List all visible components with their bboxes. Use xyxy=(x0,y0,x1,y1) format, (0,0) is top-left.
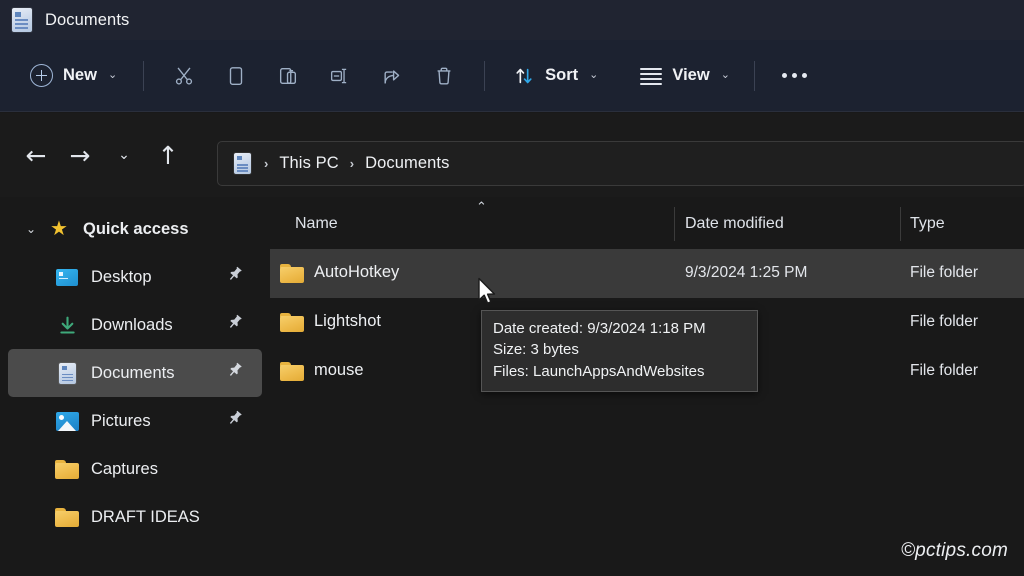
cut-button[interactable] xyxy=(158,54,210,98)
back-button[interactable]: ← xyxy=(14,133,58,177)
sidebar-item-pictures[interactable]: Pictures xyxy=(8,397,262,445)
file-type: File folder xyxy=(910,313,978,331)
file-date-modified: 9/3/2024 1:25 PM xyxy=(685,264,807,282)
plus-circle-icon xyxy=(30,64,53,87)
column-divider[interactable] xyxy=(674,207,675,241)
file-name: mouse xyxy=(314,361,364,380)
paste-button[interactable] xyxy=(262,54,314,98)
pin-icon[interactable] xyxy=(227,362,244,384)
up-button[interactable]: ↑ xyxy=(146,133,190,177)
tooltip-size: Size: 3 bytes xyxy=(493,339,746,360)
toolbar-separator-3 xyxy=(754,61,755,91)
delete-button[interactable] xyxy=(418,54,470,98)
sidebar-item-quick-access[interactable]: ⌄ ★ Quick access xyxy=(8,205,262,253)
folder-icon xyxy=(54,505,80,529)
documents-folder-icon xyxy=(12,8,34,32)
scissors-icon xyxy=(173,65,195,87)
pin-icon[interactable] xyxy=(227,266,244,288)
address-bar[interactable]: › This PC › Documents xyxy=(217,141,1024,186)
sort-ascending-icon: ⌃ xyxy=(476,199,487,215)
monitor-icon xyxy=(54,265,80,289)
breadcrumb-icon xyxy=(234,153,251,174)
chevron-down-icon: ⌄ xyxy=(108,70,117,81)
breadcrumb-item-documents[interactable]: Documents xyxy=(365,154,449,173)
breadcrumb-item-this-pc[interactable]: This PC xyxy=(279,154,338,173)
copy-button[interactable] xyxy=(210,54,262,98)
star-icon: ★ xyxy=(46,217,72,241)
copy-icon xyxy=(225,65,247,87)
column-header-date-modified[interactable]: Date modified xyxy=(685,215,784,233)
more-options-button[interactable] xyxy=(769,54,821,98)
file-name: Lightshot xyxy=(314,312,381,331)
new-button[interactable]: New ⌄ xyxy=(22,54,129,98)
tooltip-date-created: Date created: 9/3/2024 1:18 PM xyxy=(493,318,746,339)
sort-button[interactable]: Sort ⌄ xyxy=(503,54,608,98)
sidebar-item-documents[interactable]: Documents xyxy=(8,349,262,397)
sidebar-item-desktop[interactable]: Desktop xyxy=(8,253,262,301)
watermark: ©pctips.com xyxy=(901,540,1008,562)
breadcrumb-separator: › xyxy=(264,156,268,171)
toolbar-separator-1 xyxy=(143,61,144,91)
column-headers: Name ⌃ Date modified Type xyxy=(270,197,1024,249)
title-bar: Documents xyxy=(0,0,1024,40)
sidebar-item-label: DRAFT IDEAS xyxy=(91,508,200,527)
recent-locations-button[interactable]: ⌄ xyxy=(102,133,146,177)
sidebar-item-downloads[interactable]: Downloads xyxy=(8,301,262,349)
sidebar-item-label: Desktop xyxy=(91,268,152,287)
view-button-label: View xyxy=(672,66,709,85)
trash-icon xyxy=(433,65,455,87)
sidebar-item-label: Pictures xyxy=(91,412,151,431)
pictures-icon xyxy=(54,409,80,433)
sidebar-item-label: Documents xyxy=(91,364,174,383)
forward-button[interactable]: → xyxy=(58,133,102,177)
column-divider[interactable] xyxy=(900,207,901,241)
sidebar-item-draft-ideas[interactable]: DRAFT IDEAS xyxy=(8,493,262,541)
pin-icon[interactable] xyxy=(227,314,244,336)
command-toolbar: New ⌄ xyxy=(0,40,1024,112)
table-row[interactable]: AutoHotkey 9/3/2024 1:25 PM File folder xyxy=(270,249,1024,298)
download-arrow-icon xyxy=(54,313,80,337)
pin-icon[interactable] xyxy=(227,410,244,432)
folder-tooltip: Date created: 9/3/2024 1:18 PM Size: 3 b… xyxy=(481,310,758,392)
chevron-down-icon[interactable]: ⌄ xyxy=(16,222,46,236)
column-header-type[interactable]: Type xyxy=(910,215,945,233)
chevron-down-icon: ⌄ xyxy=(118,148,130,162)
ellipsis-icon xyxy=(782,73,807,78)
rename-icon xyxy=(329,65,352,87)
paste-icon xyxy=(277,65,299,87)
sidebar-item-label: Downloads xyxy=(91,316,173,335)
sort-arrows-icon xyxy=(513,65,535,87)
navigation-pane: ⌄ ★ Quick access Desktop Downloads xyxy=(0,197,270,576)
file-name: AutoHotkey xyxy=(314,263,399,282)
share-icon xyxy=(381,65,404,87)
chevron-down-icon: ⌄ xyxy=(721,70,730,81)
chevron-down-icon: ⌄ xyxy=(589,70,598,81)
arrow-left-icon: ← xyxy=(26,143,47,168)
file-type: File folder xyxy=(910,362,978,380)
breadcrumb-separator: › xyxy=(350,156,354,171)
toolbar-separator-2 xyxy=(484,61,485,91)
view-button[interactable]: View ⌄ xyxy=(630,54,740,98)
column-header-name[interactable]: Name xyxy=(295,215,338,233)
sidebar-item-captures[interactable]: Captures xyxy=(8,445,262,493)
file-type: File folder xyxy=(910,264,978,282)
folder-icon xyxy=(54,457,80,481)
arrow-up-icon: ↑ xyxy=(158,143,179,168)
new-button-label: New xyxy=(63,66,97,85)
window-title: Documents xyxy=(45,11,129,30)
documents-folder-icon xyxy=(54,361,80,385)
sidebar-item-label: Quick access xyxy=(83,220,189,239)
arrow-right-icon: → xyxy=(70,143,91,168)
tooltip-files: Files: LaunchAppsAndWebsites xyxy=(493,361,746,382)
sidebar-item-label: Captures xyxy=(91,460,158,479)
share-button[interactable] xyxy=(366,54,418,98)
list-lines-icon xyxy=(640,68,662,83)
file-explorer-window: Documents New ⌄ xyxy=(0,0,1024,576)
rename-button[interactable] xyxy=(314,54,366,98)
sort-button-label: Sort xyxy=(545,66,578,85)
